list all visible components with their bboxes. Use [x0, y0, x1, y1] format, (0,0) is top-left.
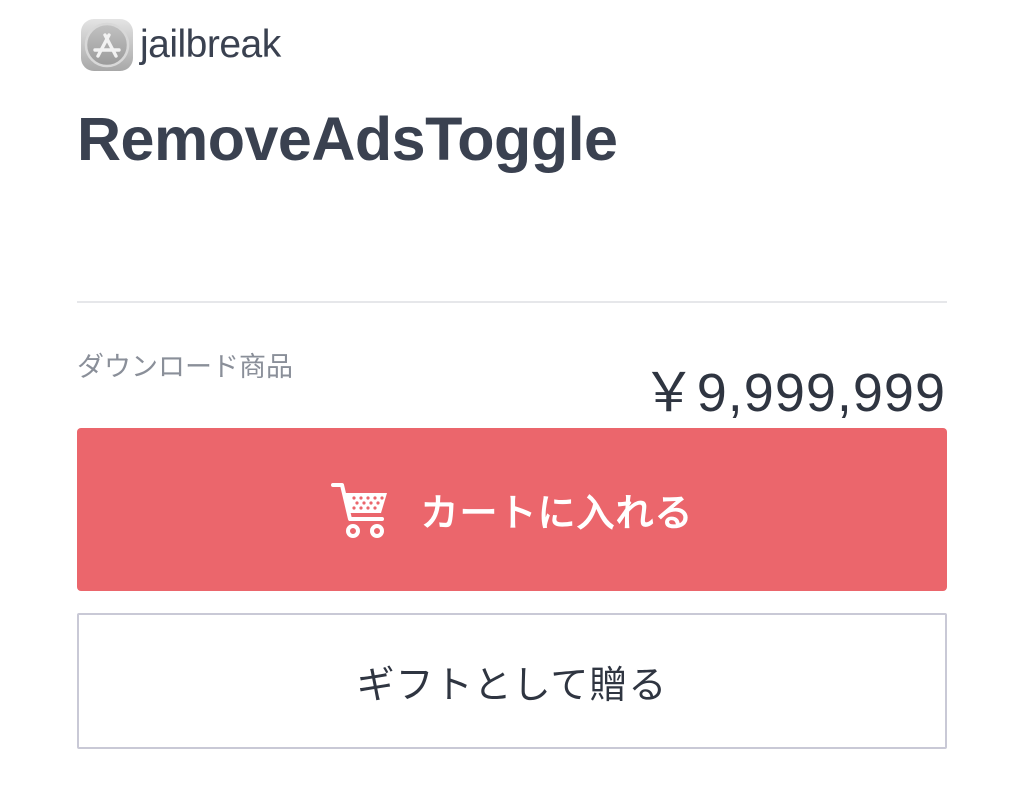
add-to-cart-label: カートに入れる [420, 491, 694, 535]
product-price: ￥9,999,999 [641, 363, 946, 423]
app-store-icon [78, 16, 136, 74]
add-to-cart-button[interactable]: カートに入れる [77, 428, 947, 591]
gift-button[interactable]: ギフトとして贈る [77, 613, 947, 749]
gift-label: ギフトとして贈る [356, 662, 668, 707]
shop-name: jailbreak [140, 23, 281, 66]
divider [77, 301, 947, 303]
shop-link[interactable]: jailbreak [78, 14, 281, 76]
product-page: jailbreak RemoveAdsToggle ダウンロード商品 ￥9,99… [0, 0, 1024, 786]
product-title: RemoveAdsToggle [77, 105, 618, 173]
shopping-cart-icon [330, 479, 390, 541]
product-category: ダウンロード商品 [77, 352, 293, 383]
